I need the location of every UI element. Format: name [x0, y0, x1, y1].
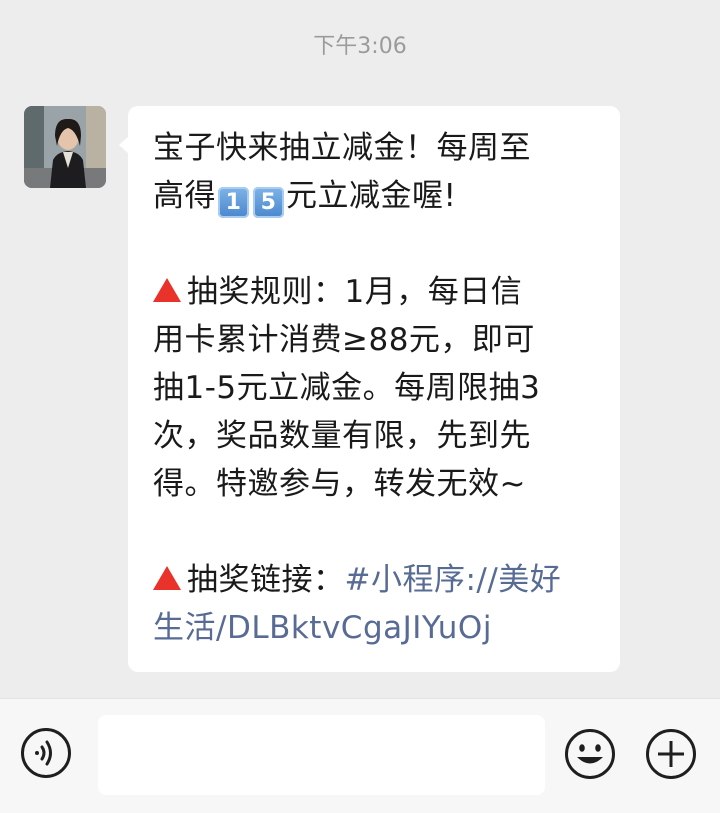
number-1-icon: 1: [218, 187, 249, 218]
avatar-photo: [24, 106, 106, 188]
message-line: 高得 1 5 元立减金喔!: [153, 172, 598, 220]
red-triangle-icon: [153, 566, 181, 590]
mini-program-link[interactable]: 生活/DLBktvCgaJIYuOj: [153, 610, 492, 646]
more-button[interactable]: [645, 728, 697, 780]
message-line: 得。特邀参与，转发无效~: [153, 466, 526, 502]
emoji-icon: [565, 729, 615, 779]
message-line: 抽1-5元立减金。每周限抽3: [153, 370, 541, 406]
message-bubble[interactable]: 宝子快来抽立减金！每周至 高得 1 5 元立减金喔! 抽奖规则：1月，每日信 用卡累计…: [119, 106, 620, 672]
mini-program-link[interactable]: #小程序://美好: [345, 562, 562, 598]
avatar[interactable]: [24, 106, 106, 188]
message-line: 生活/DLBktvCgaJIYuOj: [153, 604, 598, 652]
input-toolbar: [0, 698, 720, 813]
message-timestamp: 下午3:06: [313, 34, 407, 59]
emoji-button[interactable]: [564, 728, 616, 780]
message-line: 抽奖链接：#小程序://美好: [153, 556, 598, 604]
plus-icon: [646, 729, 696, 779]
message-input[interactable]: [98, 715, 545, 795]
message-line: 用卡累计消费≥88元，即可: [153, 322, 535, 358]
message-line: 抽奖规则：1月，每日信: [153, 268, 598, 316]
red-triangle-icon: [153, 278, 181, 302]
message-line: 宝子快来抽立减金！每周至: [153, 130, 531, 166]
voice-icon: [35, 740, 52, 766]
bubble-tail: [119, 136, 129, 154]
message-line: 次，奖品数量有限，先到先: [153, 418, 531, 454]
voice-button[interactable]: [21, 728, 71, 778]
number-5-icon: 5: [253, 187, 284, 218]
